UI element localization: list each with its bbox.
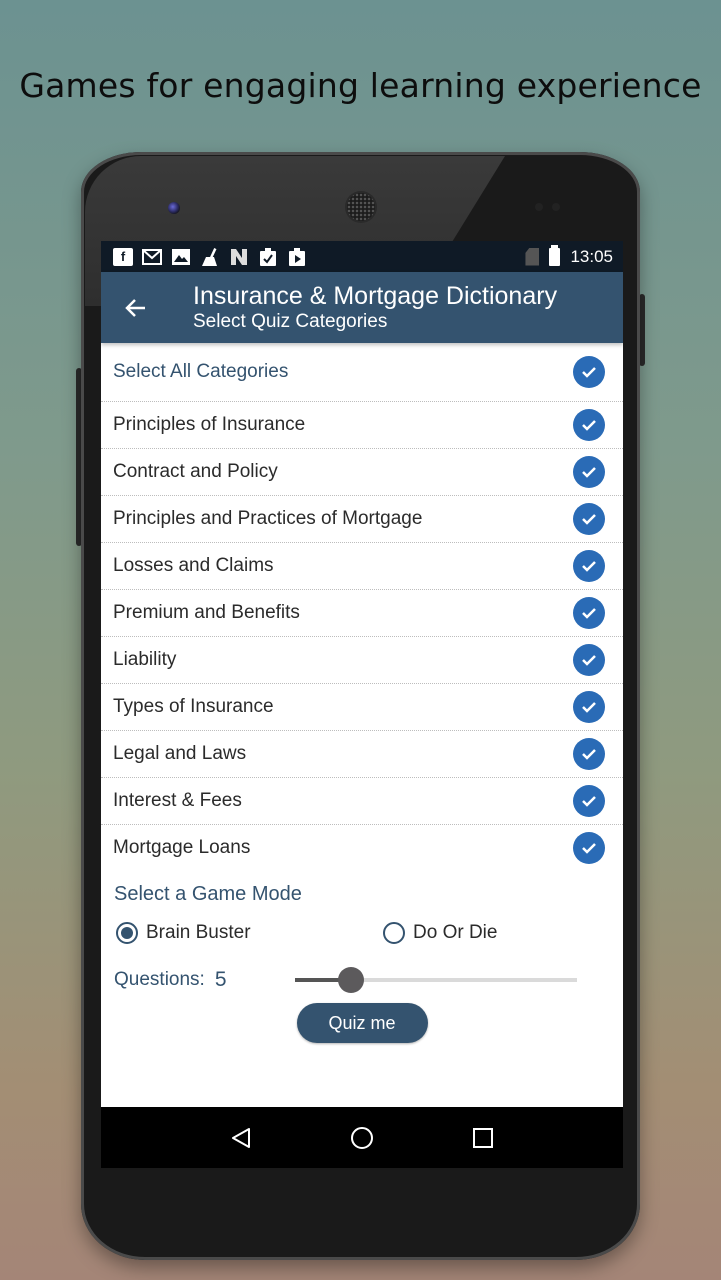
game-mode-radio-group: Brain Buster Do Or Die — [101, 909, 623, 957]
select-all-checkbox[interactable] — [573, 356, 605, 388]
radio-brain-buster[interactable]: Brain Buster — [116, 922, 251, 944]
category-row[interactable]: Premium and Benefits — [101, 590, 623, 637]
category-list: Select All Categories Principles of Insu… — [101, 343, 623, 871]
questions-row: Questions: 5 — [101, 957, 623, 1003]
app-title: Insurance & Mortgage Dictionary — [193, 281, 558, 310]
category-label: Interest & Fees — [113, 790, 242, 811]
category-checkbox[interactable] — [573, 738, 605, 770]
category-label: Principles and Practices of Mortgage — [113, 508, 423, 529]
nav-recents-button[interactable] — [463, 1118, 503, 1158]
check-icon — [582, 655, 596, 666]
nav-back-button[interactable] — [221, 1118, 261, 1158]
category-label: Mortgage Loans — [113, 837, 251, 858]
category-row[interactable]: Principles and Practices of Mortgage — [101, 496, 623, 543]
status-time: 13:05 — [570, 246, 613, 266]
check-icon — [582, 467, 596, 478]
app-subtitle: Select Quiz Categories — [193, 310, 388, 332]
proximity-sensor-icon — [535, 203, 543, 211]
category-label: Premium and Benefits — [113, 602, 300, 623]
earpiece-speaker-icon — [347, 193, 375, 221]
category-checkbox[interactable] — [573, 597, 605, 629]
questions-label: Questions: — [114, 969, 205, 990]
category-checkbox[interactable] — [573, 785, 605, 817]
check-icon — [582, 843, 596, 854]
category-row[interactable]: Types of Insurance — [101, 684, 623, 731]
nav-home-button[interactable] — [342, 1118, 382, 1158]
questions-value: 5 — [214, 968, 227, 991]
clipboard-check-icon — [258, 247, 278, 266]
category-checkbox[interactable] — [573, 691, 605, 723]
radio-label: Brain Buster — [146, 922, 251, 943]
cleaner-icon — [200, 247, 220, 266]
category-row[interactable]: Legal and Laws — [101, 731, 623, 778]
app-bar: Insurance & Mortgage Dictionary Select Q… — [101, 272, 623, 343]
no-sim-icon — [525, 247, 540, 266]
check-icon — [582, 749, 596, 760]
status-bar: f 13:05 — [101, 241, 623, 272]
radio-button-selected[interactable] — [116, 922, 138, 944]
category-label: Losses and Claims — [113, 555, 274, 576]
check-icon — [582, 702, 596, 713]
n-app-icon — [229, 248, 249, 266]
back-button[interactable] — [101, 272, 171, 343]
check-icon — [582, 367, 596, 378]
quiz-me-button[interactable]: Quiz me — [296, 1003, 428, 1043]
back-triangle-icon — [232, 1127, 251, 1148]
category-label: Liability — [113, 649, 177, 670]
front-camera-icon — [168, 202, 180, 214]
recents-square-icon — [472, 1127, 493, 1148]
game-mode-title: Select a Game Mode — [114, 883, 302, 905]
radio-button[interactable] — [383, 922, 405, 944]
category-checkbox[interactable] — [573, 832, 605, 864]
play-store-icon — [287, 247, 307, 266]
category-checkbox[interactable] — [573, 550, 605, 582]
category-row[interactable]: Interest & Fees — [101, 778, 623, 825]
arrow-left-icon — [125, 298, 145, 317]
category-checkbox[interactable] — [573, 456, 605, 488]
light-sensor-icon — [552, 203, 560, 211]
category-row[interactable]: Contract and Policy — [101, 449, 623, 496]
radio-do-or-die[interactable]: Do Or Die — [383, 922, 497, 944]
promo-headline: Games for engaging learning experience — [19, 66, 702, 105]
category-row[interactable]: Liability — [101, 637, 623, 684]
home-circle-icon — [350, 1126, 373, 1149]
category-checkbox[interactable] — [573, 503, 605, 535]
check-icon — [582, 420, 596, 431]
check-icon — [582, 561, 596, 572]
category-row[interactable]: Mortgage Loans — [101, 825, 623, 871]
radio-label: Do Or Die — [413, 922, 498, 943]
category-label: Principles of Insurance — [113, 414, 306, 435]
category-checkbox[interactable] — [573, 409, 605, 441]
category-row[interactable]: Losses and Claims — [101, 543, 623, 590]
select-all-label: Select All Categories — [113, 361, 289, 382]
category-label: Contract and Policy — [113, 461, 278, 482]
check-icon — [582, 514, 596, 525]
phone-screen: f 13:05 Insurance & Mortgage Dictionary … — [101, 241, 623, 1168]
category-checkbox[interactable] — [573, 644, 605, 676]
category-label: Legal and Laws — [113, 743, 247, 764]
select-all-row[interactable]: Select All Categories — [101, 343, 623, 402]
slider-thumb[interactable] — [338, 967, 365, 993]
facebook-icon: f — [113, 247, 133, 266]
navigation-bar — [101, 1107, 623, 1168]
gmail-icon — [142, 248, 162, 266]
check-icon — [582, 608, 596, 619]
questions-slider[interactable] — [295, 957, 577, 1003]
check-icon — [582, 796, 596, 807]
category-label: Types of Insurance — [113, 696, 274, 717]
battery-charging-icon — [549, 244, 561, 266]
category-row[interactable]: Principles of Insurance — [101, 402, 623, 449]
gallery-icon — [171, 248, 191, 266]
